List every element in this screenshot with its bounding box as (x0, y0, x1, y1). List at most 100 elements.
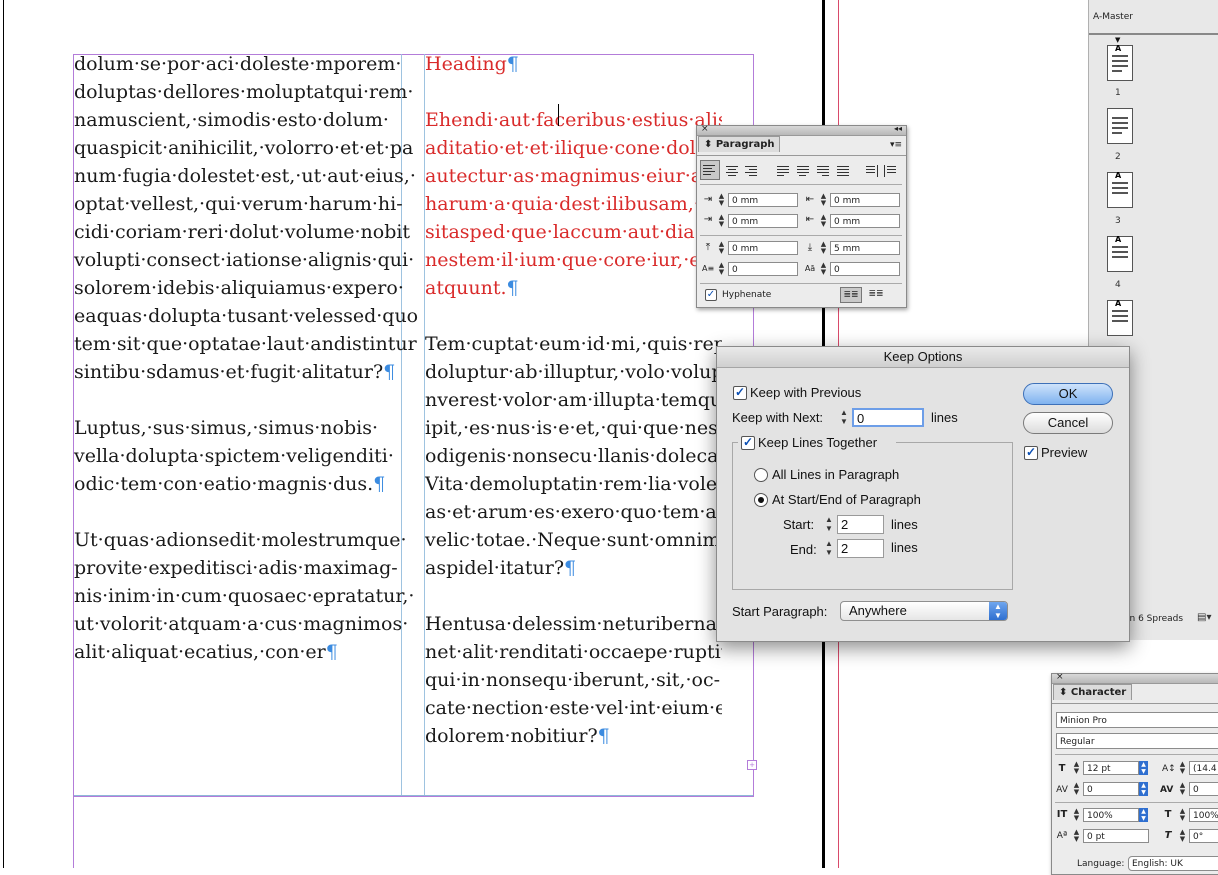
pilcrow-mark: ¶ (564, 557, 577, 579)
baseline-shift-stepper[interactable]: ▲ ▼ (1072, 829, 1081, 843)
drop-cap-lines-field[interactable]: 0 (728, 262, 798, 276)
last-line-indent-stepper[interactable]: ▲ ▼ (819, 214, 828, 228)
vertical-scale-field[interactable]: 100% (1083, 808, 1139, 822)
kerning-field[interactable]: 0 (1083, 782, 1139, 796)
vertical-scale-stepper[interactable]: ▲ ▼ (1072, 808, 1081, 822)
group-header: ✓ Keep Lines Together (738, 434, 896, 452)
text-line: optat·vellest,·qui·verum·harum·hi- (74, 193, 403, 215)
horizontal-scale-stepper[interactable]: ▲ ▼ (1178, 808, 1187, 822)
kerning-dropdown-icon[interactable]: ▲ ▼ (1139, 782, 1148, 796)
drop-cap-chars-stepper[interactable]: ▲ ▼ (819, 262, 828, 276)
panel-menu-icon[interactable]: ▾≡ (890, 140, 902, 150)
text-line: net·alit·renditati·occaepe·ruptium· (425, 641, 722, 663)
left-indent-stepper[interactable]: ▲ ▼ (717, 193, 726, 207)
right-indent-stepper[interactable]: ▲ ▼ (819, 193, 828, 207)
keep-with-next-field[interactable]: 0 (852, 408, 924, 427)
justify-center-icon[interactable] (796, 164, 810, 178)
text-line: aditatio·et·et·ilique·cone·dole (425, 137, 707, 159)
align-away-from-spine-icon[interactable] (883, 164, 897, 178)
right-indent-field[interactable]: 0 mm (830, 193, 900, 207)
justify-right-icon[interactable] (816, 164, 830, 178)
close-icon[interactable]: × (1056, 672, 1064, 682)
panel-titlebar[interactable]: × (1052, 672, 1218, 684)
space-before-stepper[interactable]: ▲ ▼ (717, 241, 726, 255)
text-line: cidi·coriam·reri·dolut·volume·nobit (74, 221, 411, 243)
preview-label: Preview (1041, 445, 1088, 460)
start-paragraph-select[interactable]: Anywhere ▲ ▼ (840, 601, 1008, 621)
space-after-stepper[interactable]: ▲ ▼ (819, 241, 828, 255)
first-line-indent-field[interactable]: 0 mm (728, 214, 798, 228)
start-field[interactable]: 2 (837, 515, 884, 534)
last-line-indent-field[interactable]: 0 mm (830, 214, 900, 228)
text-line: volupti·consect·iationse·alignis·qui· (74, 249, 415, 271)
single-line-composer-icon[interactable]: ≣≣ (840, 287, 862, 303)
align-towards-spine-icon[interactable] (865, 164, 879, 178)
page-thumbnail[interactable]: A (1107, 299, 1133, 336)
preview-checkbox[interactable]: ✓ (1024, 446, 1038, 460)
leading-stepper[interactable]: ▲ ▼ (1178, 761, 1187, 775)
right-indent-icon: ⇤ (805, 194, 815, 205)
keep-lines-together-checkbox[interactable]: ✓ (741, 436, 755, 450)
space-after-field[interactable]: 5 mm (830, 241, 900, 255)
start-stepper[interactable]: ▲ ▼ (823, 515, 835, 534)
font-size-dropdown-icon[interactable]: ▲ ▼ (1139, 761, 1148, 775)
horizontal-scale-field[interactable]: 100% (1189, 808, 1218, 822)
at-start-end-label: At Start/End of Paragraph (772, 492, 921, 507)
font-size-field[interactable]: 12 pt (1083, 761, 1139, 775)
page-thumbnail[interactable] (1107, 108, 1133, 144)
tracking-stepper[interactable]: ▲ ▼ (1178, 782, 1187, 796)
kerning-stepper[interactable]: ▲ ▼ (1072, 782, 1081, 796)
skew-stepper[interactable]: ▲ ▼ (1178, 829, 1187, 843)
page-thumbnail[interactable]: A (1107, 171, 1133, 208)
cancel-button[interactable]: Cancel (1023, 412, 1113, 434)
space-before-icon: ⤒ (705, 242, 711, 253)
text-line: Hentusa·delessim·neturibernan (425, 613, 722, 635)
left-indent-field[interactable]: 0 mm (728, 193, 798, 207)
font-family-field[interactable]: Minion Pro (1056, 712, 1218, 728)
keep-with-previous-checkbox[interactable]: ✓ (733, 386, 747, 400)
paragraph-composer-icon[interactable]: ≣≣ (866, 287, 886, 301)
baseline-shift-field[interactable]: 0 pt (1083, 829, 1149, 843)
align-center-icon[interactable] (725, 164, 739, 178)
all-lines-radio[interactable] (754, 468, 768, 482)
tab-character[interactable]: ⬍ Character (1053, 684, 1133, 700)
font-size-stepper[interactable]: ▲ ▼ (1072, 761, 1081, 775)
space-before-field[interactable]: 0 mm (728, 241, 798, 255)
text-line: Ut·quas·adionsedit·molestrumque· (74, 529, 407, 551)
leading-field[interactable]: (14.4 (1189, 761, 1218, 775)
keep-with-next-stepper[interactable]: ▲ ▼ (838, 408, 850, 427)
collapse-icon[interactable]: ◂◂ (894, 124, 902, 133)
pilcrow-mark: ¶ (506, 53, 519, 75)
ok-button[interactable]: OK (1023, 383, 1113, 405)
at-start-end-radio[interactable] (754, 493, 768, 507)
page-thumbnail[interactable]: A (1107, 235, 1133, 272)
font-style-field[interactable]: Regular (1056, 733, 1218, 749)
page-size-icon[interactable]: ▤▾ (1197, 612, 1211, 623)
close-icon[interactable]: × (701, 124, 709, 134)
align-right-icon[interactable] (744, 164, 758, 178)
drop-cap-lines-stepper[interactable]: ▲ ▼ (717, 262, 726, 276)
end-stepper[interactable]: ▲ ▼ (823, 539, 835, 558)
page-thumbnail[interactable]: A (1107, 44, 1133, 81)
first-line-indent-stepper[interactable]: ▲ ▼ (717, 214, 726, 228)
tracking-field[interactable]: 0 (1189, 782, 1218, 796)
justify-all-icon[interactable] (836, 164, 850, 178)
text-column-right[interactable]: Heading¶ Ehendi·aut·faceribus·estius·ali… (425, 50, 722, 750)
panel-titlebar[interactable]: × ◂◂ (697, 124, 906, 136)
right-paragraph-3: Hentusa·delessim·neturibernan net·alit·r… (425, 610, 722, 750)
text-column-left[interactable]: dolum·se·por·aci·doleste·mporem· dolupta… (74, 50, 418, 666)
language-select[interactable]: English: UK (1128, 856, 1218, 871)
tab-paragraph[interactable]: ⬍ Paragraph (698, 136, 781, 152)
align-left-icon[interactable] (700, 160, 720, 180)
text-line: nestem·il·ium·que·core·iur,·ex (425, 249, 712, 271)
keep-options-dialog: Keep Options ✓ Keep with Previous Keep w… (716, 346, 1130, 642)
end-field[interactable]: 2 (837, 539, 884, 558)
start-paragraph-value: Anywhere (849, 603, 907, 618)
drop-cap-chars-field[interactable]: 0 (830, 262, 900, 276)
overset-port[interactable]: + (747, 760, 757, 770)
skew-field[interactable]: 0° (1189, 829, 1218, 843)
hyphenate-checkbox[interactable]: ✓ (705, 289, 717, 301)
vertical-scale-dropdown-icon[interactable]: ▲ ▼ (1139, 808, 1148, 822)
end-unit: lines (891, 540, 918, 555)
justify-left-icon[interactable] (776, 164, 790, 178)
